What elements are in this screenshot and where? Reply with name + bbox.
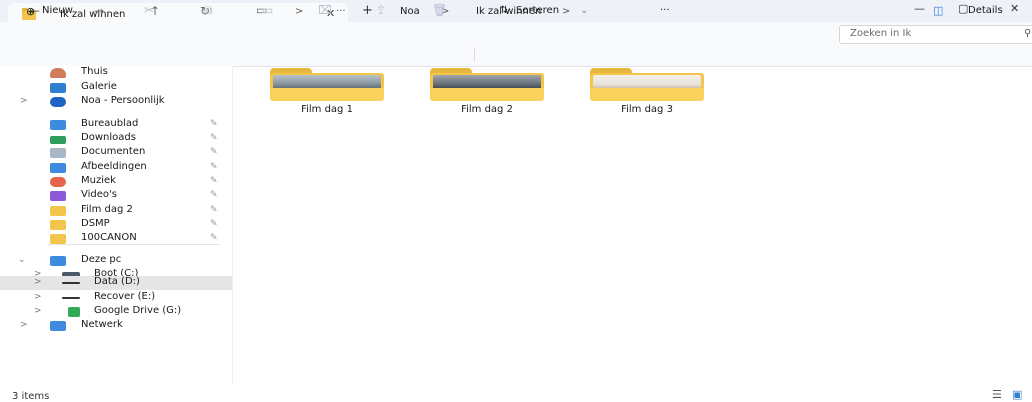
pin-icon: ✎ xyxy=(210,219,218,229)
search-icon: ⚲ xyxy=(1024,28,1032,39)
sidebar-item-label: DSMP xyxy=(81,218,110,229)
pin-icon: ✎ xyxy=(210,176,218,186)
minimize-button[interactable]: — xyxy=(914,2,925,15)
maximize-button[interactable]: ▢ xyxy=(958,2,968,15)
pin-icon: ✎ xyxy=(210,162,218,172)
chevron-right-icon[interactable]: > xyxy=(34,306,42,316)
sidebar-item-data-d[interactable]: > Data (D:) xyxy=(0,276,232,290)
folder-label[interactable]: Film dag 3 xyxy=(590,104,704,115)
rename-icon[interactable]: ⌧ xyxy=(318,3,332,17)
pin-icon: ✎ xyxy=(210,205,218,215)
folder-label[interactable]: Film dag 1 xyxy=(270,104,384,115)
breadcrumb-more[interactable]: ··· xyxy=(336,6,346,17)
sidebar-item-label: Recover (E:) xyxy=(94,291,156,302)
new-icon: ⊕ xyxy=(26,5,36,18)
onedrive-icon xyxy=(50,97,66,107)
folder-icon xyxy=(50,234,66,244)
share-icon[interactable]: ⇪ xyxy=(376,3,386,17)
pin-icon: ✎ xyxy=(210,147,218,157)
sidebar-item-label: Film dag 2 xyxy=(81,204,133,215)
command-bar xyxy=(0,44,1032,67)
chevron-right-icon[interactable]: > xyxy=(20,96,28,106)
folder-thumbnail xyxy=(273,75,381,89)
details-button[interactable]: Details xyxy=(968,5,1003,16)
chevron-right-icon[interactable]: > xyxy=(20,320,28,330)
breadcrumb-separator: > xyxy=(562,6,571,17)
folder-thumbnail xyxy=(593,75,701,89)
breadcrumb-separator: > xyxy=(295,6,304,17)
sidebar-item-documenten[interactable]: Documenten ✎ xyxy=(0,145,232,161)
sidebar-item-thuis[interactable]: Thuis xyxy=(0,65,232,81)
sidebar-item-label: Google Drive (G:) xyxy=(94,305,182,316)
copy-icon[interactable]: ⧉ xyxy=(204,3,213,18)
details-view-icon[interactable]: ☰ xyxy=(992,388,1002,401)
sidebar-item-label: Deze pc xyxy=(81,254,122,265)
search-box[interactable]: Zoeken in Ik ⚲ xyxy=(839,25,1032,44)
sidebar-item-label: Afbeeldingen xyxy=(81,161,147,172)
item-count: 3 items xyxy=(12,391,50,402)
search-input[interactable]: Zoeken in Ik xyxy=(850,28,911,39)
folder-front xyxy=(270,88,384,101)
chevron-down-icon: ⌄ xyxy=(94,5,103,16)
sidebar-item-label: Downloads xyxy=(81,132,136,143)
google-drive-icon xyxy=(68,307,80,317)
large-icons-view-icon[interactable]: ▣ xyxy=(1012,388,1022,401)
sidebar-item-videos[interactable]: Video's ✎ xyxy=(0,188,232,204)
documents-icon xyxy=(50,148,66,158)
network-icon xyxy=(50,321,66,331)
close-window-button[interactable]: ✕ xyxy=(1010,2,1019,15)
breadcrumb-noa[interactable]: Noa xyxy=(400,6,420,17)
gallery-icon xyxy=(50,83,66,93)
delete-icon[interactable]: 🗑 xyxy=(432,3,447,17)
sidebar-item-label: Video's xyxy=(81,189,117,200)
sidebar-item-onedrive[interactable]: > Noa - Persoonlijk xyxy=(0,94,232,110)
sort-icon: ⇅ xyxy=(500,5,509,16)
pin-icon: ✎ xyxy=(210,190,218,200)
sidebar-item-label: Data (D:) xyxy=(94,276,140,287)
desktop-icon xyxy=(50,120,66,130)
sidebar-item-label: Documenten xyxy=(81,146,146,157)
sidebar-item-netwerk[interactable]: > Netwerk xyxy=(0,318,232,334)
cut-icon[interactable]: ✂ xyxy=(144,3,154,17)
sidebar-divider xyxy=(48,244,220,245)
sort-button[interactable]: Sorteren xyxy=(516,5,559,16)
pin-icon: ✎ xyxy=(210,133,218,143)
drive-icon xyxy=(62,297,80,299)
sidebar-item-label: Netwerk xyxy=(81,319,123,330)
sidebar-item-label: Muziek xyxy=(81,175,116,186)
folder-thumbnail xyxy=(433,75,541,89)
folder-label[interactable]: Film dag 2 xyxy=(430,104,544,115)
chevron-down-icon: ⌄ xyxy=(580,5,589,16)
download-icon xyxy=(50,136,66,144)
chevron-right-icon[interactable]: > xyxy=(34,277,42,287)
folder-front xyxy=(590,88,704,101)
paste-icon[interactable]: ▭ xyxy=(262,3,273,17)
pin-icon: ✎ xyxy=(210,119,218,129)
new-button[interactable]: Nieuw xyxy=(42,5,73,16)
sidebar-item-label: Galerie xyxy=(81,81,117,92)
chevron-right-icon[interactable]: > xyxy=(34,292,42,302)
folder-icon xyxy=(50,220,66,230)
pin-icon: ✎ xyxy=(210,233,218,243)
drive-icon xyxy=(62,282,80,284)
home-icon xyxy=(50,68,66,78)
more-options-button[interactable]: ··· xyxy=(660,5,670,16)
this-pc-icon xyxy=(50,256,66,266)
music-icon xyxy=(50,177,66,187)
sidebar-item-label: Noa - Persoonlijk xyxy=(81,95,165,106)
video-icon xyxy=(50,191,66,201)
folder-front xyxy=(430,88,544,101)
chevron-down-icon[interactable]: ⌄ xyxy=(18,255,26,265)
new-tab-button[interactable]: + xyxy=(362,3,373,18)
details-pane-icon: ◫ xyxy=(933,4,944,17)
folder-icon xyxy=(50,206,66,216)
sidebar-item-label: Bureaublad xyxy=(81,118,139,129)
status-bar xyxy=(0,384,1032,398)
sidebar-item-label: Thuis xyxy=(81,66,108,77)
toolbar-divider xyxy=(474,47,475,62)
pictures-icon xyxy=(50,163,66,173)
sidebar-item-label: 100CANON xyxy=(81,232,137,243)
